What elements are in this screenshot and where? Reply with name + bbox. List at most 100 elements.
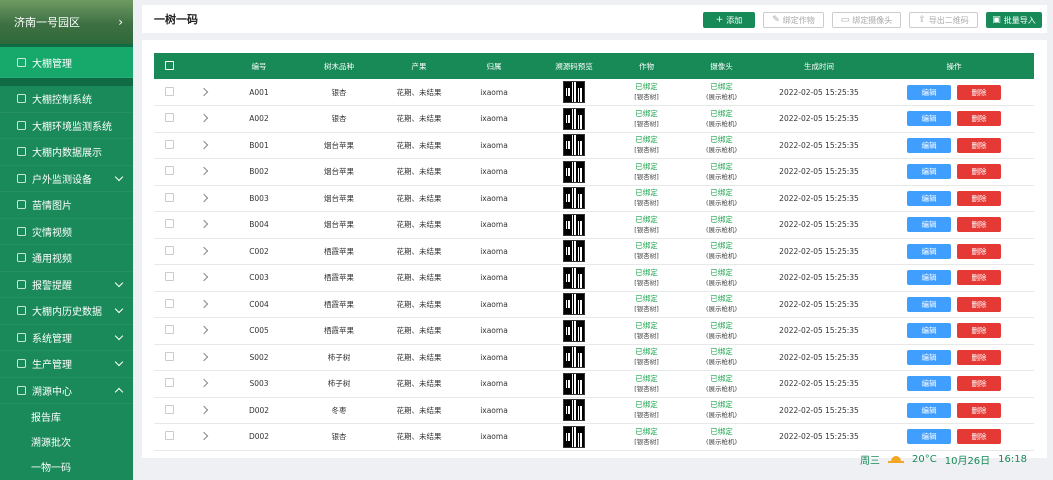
row-checkbox[interactable] [164, 219, 174, 229]
edit-button[interactable]: 编辑 [907, 190, 951, 206]
row-checkbox[interactable] [164, 245, 174, 255]
row-checkbox[interactable] [164, 431, 174, 441]
sidebar-item-12[interactable]: 溯源中心 [0, 378, 133, 404]
chevron-right-icon[interactable] [199, 114, 209, 123]
sidebar-subitem-0[interactable]: 报告库 [0, 404, 133, 429]
qr-code-icon[interactable] [563, 319, 585, 342]
cell-qr [534, 424, 614, 451]
delete-button[interactable]: 删除 [957, 349, 1001, 365]
delete-button[interactable]: 删除 [957, 270, 1001, 286]
qr-code-icon[interactable] [563, 134, 585, 157]
chevron-right-icon[interactable] [199, 193, 209, 202]
select-all-checkbox[interactable] [164, 60, 174, 70]
delete-button[interactable]: 删除 [957, 137, 1001, 153]
delete-button[interactable]: 删除 [957, 323, 1001, 339]
chevron-right-icon[interactable] [199, 167, 209, 176]
delete-button[interactable]: 删除 [957, 111, 1001, 127]
crop-status: 已绑定 [635, 426, 658, 436]
row-checkbox[interactable] [164, 86, 174, 96]
edit-button[interactable]: 编辑 [907, 243, 951, 259]
delete-button[interactable]: 删除 [957, 217, 1001, 233]
sidebar-item-2[interactable]: 大棚环境监测系统 [0, 113, 133, 139]
row-checkbox[interactable] [164, 139, 174, 149]
qr-code-icon[interactable] [563, 107, 585, 130]
sidebar-item-11[interactable]: 生产管理 [0, 351, 133, 378]
sidebar-item-7[interactable]: 通用视频 [0, 245, 133, 272]
chevron-right-icon[interactable] [199, 273, 209, 282]
row-checkbox[interactable] [164, 378, 174, 388]
batch-import-button[interactable]: ▣ 批量导入 [986, 12, 1042, 28]
edit-button[interactable]: 编辑 [907, 349, 951, 365]
bind-crop-button[interactable]: ✎ 绑定作物 [763, 12, 824, 28]
chevron-right-icon[interactable] [199, 220, 209, 229]
sidebar-item-4[interactable]: 户外监测设备 [0, 166, 133, 192]
delete-button[interactable]: 删除 [957, 190, 1001, 206]
chevron-right-icon[interactable] [199, 379, 209, 388]
sidebar-subitem-1[interactable]: 溯源批次 [0, 429, 133, 454]
chevron-right-icon[interactable] [199, 87, 209, 96]
edit-button[interactable]: 编辑 [907, 323, 951, 339]
qr-code-icon[interactable] [563, 187, 585, 210]
row-checkbox[interactable] [164, 298, 174, 308]
delete-button[interactable]: 删除 [957, 243, 1001, 259]
delete-button[interactable]: 删除 [957, 296, 1001, 312]
delete-button[interactable]: 删除 [957, 376, 1001, 392]
edit-button[interactable]: 编辑 [907, 217, 951, 233]
edit-button[interactable]: 编辑 [907, 137, 951, 153]
edit-button[interactable]: 编辑 [907, 376, 951, 392]
edit-button[interactable]: 编辑 [907, 111, 951, 127]
chevron-right-icon[interactable] [199, 405, 209, 414]
chevron-right-icon[interactable] [199, 299, 209, 308]
chevron-right-icon[interactable] [199, 140, 209, 149]
sidebar-item-8[interactable]: 报警提醒 [0, 272, 133, 298]
chevron-right-icon[interactable] [199, 326, 209, 335]
sidebar-item-0[interactable]: 大棚管理 [0, 47, 133, 78]
sidebar-subitem-2[interactable]: 一物一码 [0, 454, 133, 479]
edit-button[interactable]: 编辑 [907, 402, 951, 418]
edit-button[interactable]: 编辑 [907, 429, 951, 445]
delete-button[interactable]: 删除 [957, 402, 1001, 418]
table-row: C004 栖霞苹果 花期、未结果 ixaoma 已绑定 [银杏树] 已绑定 (展示枪机) 202… [154, 291, 1034, 318]
chevron-right-icon[interactable] [199, 432, 209, 441]
sidebar-item-5[interactable]: 苗情图片 [0, 192, 133, 219]
qr-code-icon[interactable] [563, 160, 585, 183]
chevron-right-icon[interactable] [199, 246, 209, 255]
export-qr-button[interactable]: ⇪ 导出二维码 [909, 12, 978, 28]
row-checkbox[interactable] [164, 113, 174, 123]
cell-crop: 已绑定 [银杏树] [614, 159, 679, 186]
delete-button[interactable]: 删除 [957, 429, 1001, 445]
qr-code-icon[interactable] [563, 293, 585, 316]
row-checkbox[interactable] [164, 166, 174, 176]
chevron-right-icon[interactable] [199, 352, 209, 361]
edit-button[interactable]: 编辑 [907, 296, 951, 312]
cell-id: S003 [249, 379, 269, 389]
qr-code-icon[interactable] [563, 213, 585, 236]
sidebar-item-3[interactable]: 大棚内数据展示 [0, 139, 133, 166]
cell-owner: ixaoma [480, 114, 508, 124]
park-selector[interactable]: 济南一号园区 › [0, 0, 133, 44]
qr-code-icon[interactable] [563, 346, 585, 369]
delete-button[interactable]: 删除 [957, 84, 1001, 100]
sidebar-item-10[interactable]: 系统管理 [0, 325, 133, 351]
row-checkbox[interactable] [164, 404, 174, 414]
edit-button[interactable]: 编辑 [907, 164, 951, 180]
qr-code-icon[interactable] [563, 240, 585, 263]
row-checkbox[interactable] [164, 272, 174, 282]
qr-code-icon[interactable] [563, 425, 585, 448]
table-row: D002 银杏 花期、未结果 ixaoma 已绑定 [银杏树] 已绑定 (展示枪机) 2022-… [154, 424, 1034, 451]
sidebar-item-1[interactable]: 大棚控制系统 [0, 86, 133, 113]
row-checkbox[interactable] [164, 192, 174, 202]
edit-button[interactable]: 编辑 [907, 270, 951, 286]
qr-code-icon[interactable] [563, 81, 585, 103]
edit-button[interactable]: 编辑 [907, 84, 951, 100]
qr-code-icon[interactable] [563, 372, 585, 395]
row-checkbox[interactable] [164, 351, 174, 361]
add-button[interactable]: + 添加 [703, 12, 755, 28]
qr-code-icon[interactable] [563, 399, 585, 422]
delete-button[interactable]: 删除 [957, 164, 1001, 180]
sidebar-item-9[interactable]: 大棚内历史数据 [0, 298, 133, 325]
row-checkbox[interactable] [164, 325, 174, 335]
sidebar-item-6[interactable]: 灾情视频 [0, 219, 133, 245]
bind-camera-button[interactable]: ▭ 绑定摄像头 [832, 12, 901, 28]
qr-code-icon[interactable] [563, 266, 585, 289]
